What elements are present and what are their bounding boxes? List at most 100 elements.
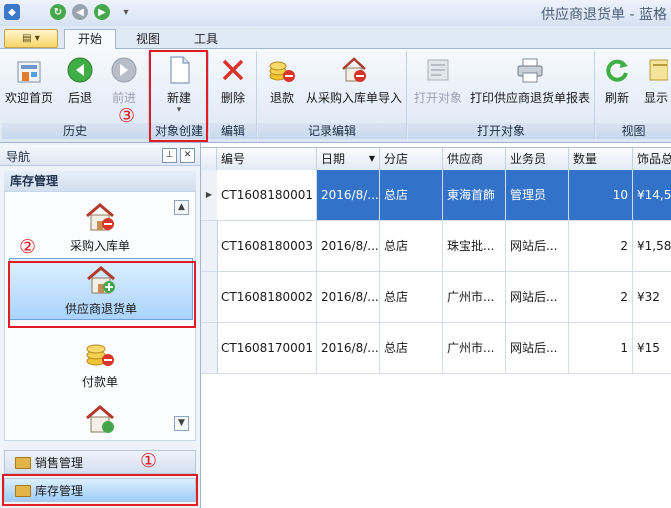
column-header-date[interactable]: 日期 ▼ <box>317 148 380 170</box>
close-icon[interactable]: ✕ <box>180 148 195 163</box>
open-object-icon <box>423 55 453 85</box>
house-refresh-icon <box>83 402 117 436</box>
table-row[interactable]: CT1608170001 2016/8/... 总店 广州市... 网站后...… <box>201 323 671 374</box>
cell-qty: 10 <box>569 170 633 220</box>
cell-qty: 2 <box>569 272 633 322</box>
ribbon: 欢迎首页 后退 前进 历史 新建 ▾ 对象创建 删除 编辑 退款 从采购入库单导… <box>0 49 671 143</box>
printer-icon <box>515 55 545 85</box>
cell-id: CT1608180001 <box>217 170 317 220</box>
cell-qty: 2 <box>569 221 633 271</box>
delete-button[interactable]: 删除 <box>213 55 253 115</box>
cell-total: ¥15 <box>637 341 660 355</box>
group-edit-label: 编辑 <box>210 123 256 139</box>
home-icon <box>14 55 44 85</box>
cell-branch: 总店 <box>380 170 443 220</box>
tab-view[interactable]: 视图 <box>120 29 176 49</box>
annotation-three: ③ <box>118 105 136 127</box>
house-minus-icon <box>339 55 369 85</box>
group-record-edit: 退款 从采购入库单导入 记录编辑 <box>258 51 407 139</box>
column-header-supplier[interactable]: 供应商 <box>443 148 506 170</box>
show-button[interactable]: 显示 <box>638 55 670 115</box>
column-header-qty[interactable]: 数量 <box>569 148 633 170</box>
group-view-label: 视图 <box>596 123 671 139</box>
dropdown-icon[interactable]: ▾ <box>118 4 134 20</box>
import-button[interactable]: 从采购入库单导入 <box>304 55 404 115</box>
window-title: 供应商退货单 - 蓝格 <box>541 7 667 23</box>
open-object-button[interactable]: 打开对象 <box>410 55 466 115</box>
pane-tab-sales[interactable]: 销售管理 <box>4 450 196 474</box>
data-grid: 编号 日期 ▼ 分店 供应商 业务员 数量 饰品总 ▶ CT1608180001… <box>201 143 671 508</box>
app-menu-button[interactable]: ▤ ▾ <box>4 29 58 48</box>
row-indicator <box>201 323 218 373</box>
table-row[interactable]: CT1608180003 2016/8/... 总店 珠宝批... 网站后...… <box>201 221 671 272</box>
nav-item-payment[interactable]: 付款单 <box>5 336 195 392</box>
refresh-button[interactable]: 刷新 <box>600 55 634 115</box>
highlight-box-new <box>149 50 208 142</box>
app-menu-icon[interactable]: ◆ <box>4 4 20 20</box>
cell-branch: 总店 <box>380 221 443 271</box>
grid-header: 编号 日期 ▼ 分店 供应商 业务员 数量 饰品总 <box>201 147 671 171</box>
table-row[interactable]: CT1608180002 2016/8/... 总店 广州市... 网站后...… <box>201 272 671 323</box>
annotation-one: ① <box>140 450 158 472</box>
cell-id: CT1608180003 <box>217 221 317 271</box>
nav-header: 导航 ⊥ ✕ <box>0 145 200 166</box>
arrow-right-icon <box>109 55 139 85</box>
header-corner <box>201 148 217 170</box>
cell-date: 2016/8/... <box>317 221 380 271</box>
back-icon[interactable]: ◀ <box>72 4 88 20</box>
group-open: 打开对象 打印供应商退货单报表 打开对象 <box>408 51 595 139</box>
column-header-branch[interactable]: 分店 <box>380 148 443 170</box>
cell-supplier: 珠宝批... <box>443 221 506 271</box>
cell-staff: 管理员 <box>506 170 569 220</box>
arrow-left-icon <box>65 55 95 85</box>
folder-icon <box>15 457 31 469</box>
tab-start[interactable]: 开始 <box>64 29 116 49</box>
nav-item-partial[interactable] <box>5 402 195 438</box>
section-header: 库存管理 <box>4 171 196 191</box>
cell-supplier: 广州市... <box>443 272 506 322</box>
cell-date: 2016/8/... <box>317 170 380 220</box>
delete-icon <box>218 55 248 85</box>
back-button[interactable]: 后退 <box>60 55 100 115</box>
cell-date: 2016/8/... <box>317 272 380 322</box>
cell-branch: 总店 <box>380 272 443 322</box>
tab-tools[interactable]: 工具 <box>178 29 234 49</box>
cell-total: ¥32 <box>637 290 660 304</box>
highlight-box-supplier-return <box>8 261 196 328</box>
column-header-staff[interactable]: 业务员 <box>506 148 569 170</box>
group-edit: 删除 编辑 <box>210 51 257 139</box>
row-indicator-icon: ▶ <box>201 170 218 220</box>
table-row[interactable]: ▶ CT1608180001 2016/8/... 总店 東海首飾 管理员 10… <box>201 170 671 221</box>
refund-button[interactable]: 退款 <box>262 55 302 115</box>
cell-branch: 总店 <box>380 323 443 373</box>
cell-id: CT1608170001 <box>217 323 317 373</box>
row-indicator <box>201 221 218 271</box>
coins-icon <box>267 55 297 85</box>
pin-icon[interactable]: ⊥ <box>162 148 177 163</box>
cell-staff: 网站后... <box>506 272 569 322</box>
home-button[interactable]: 欢迎首页 <box>4 55 54 115</box>
display-icon <box>639 55 669 85</box>
print-report-button[interactable]: 打印供应商退货单报表 <box>468 55 592 115</box>
coins-icon <box>83 336 117 370</box>
refresh-icon <box>602 55 632 85</box>
row-indicator <box>201 272 218 322</box>
sort-arrow-icon: ▼ <box>368 154 375 163</box>
highlight-box-inventory-tab <box>2 474 198 506</box>
group-open-label: 打开对象 <box>408 123 594 139</box>
refresh-icon[interactable]: ↻ <box>50 4 66 20</box>
annotation-two: ② <box>19 236 37 258</box>
title-bar: ◆ ↻ ◀ ▶ ▾ 供应商退货单 - 蓝格 <box>0 0 671 27</box>
nav-title: 导航 <box>6 150 31 164</box>
column-header-total[interactable]: 饰品总 <box>633 148 671 170</box>
navigation-pane: 导航 ⊥ ✕ 库存管理 ▲ 采购入库单 供应商退货单 付款单 ▼ 销售管理 库存… <box>0 143 201 508</box>
group-view: 刷新 显示 视图 <box>596 51 671 139</box>
forward-icon[interactable]: ▶ <box>94 4 110 20</box>
column-header-id[interactable]: 编号 <box>217 148 317 170</box>
cell-total: ¥14,5 <box>637 188 671 202</box>
cell-supplier: 广州市... <box>443 323 506 373</box>
cell-qty: 1 <box>569 323 633 373</box>
scroll-down-icon[interactable]: ▼ <box>174 416 189 431</box>
house-minus-icon <box>83 200 117 234</box>
cell-date: 2016/8/... <box>317 323 380 373</box>
